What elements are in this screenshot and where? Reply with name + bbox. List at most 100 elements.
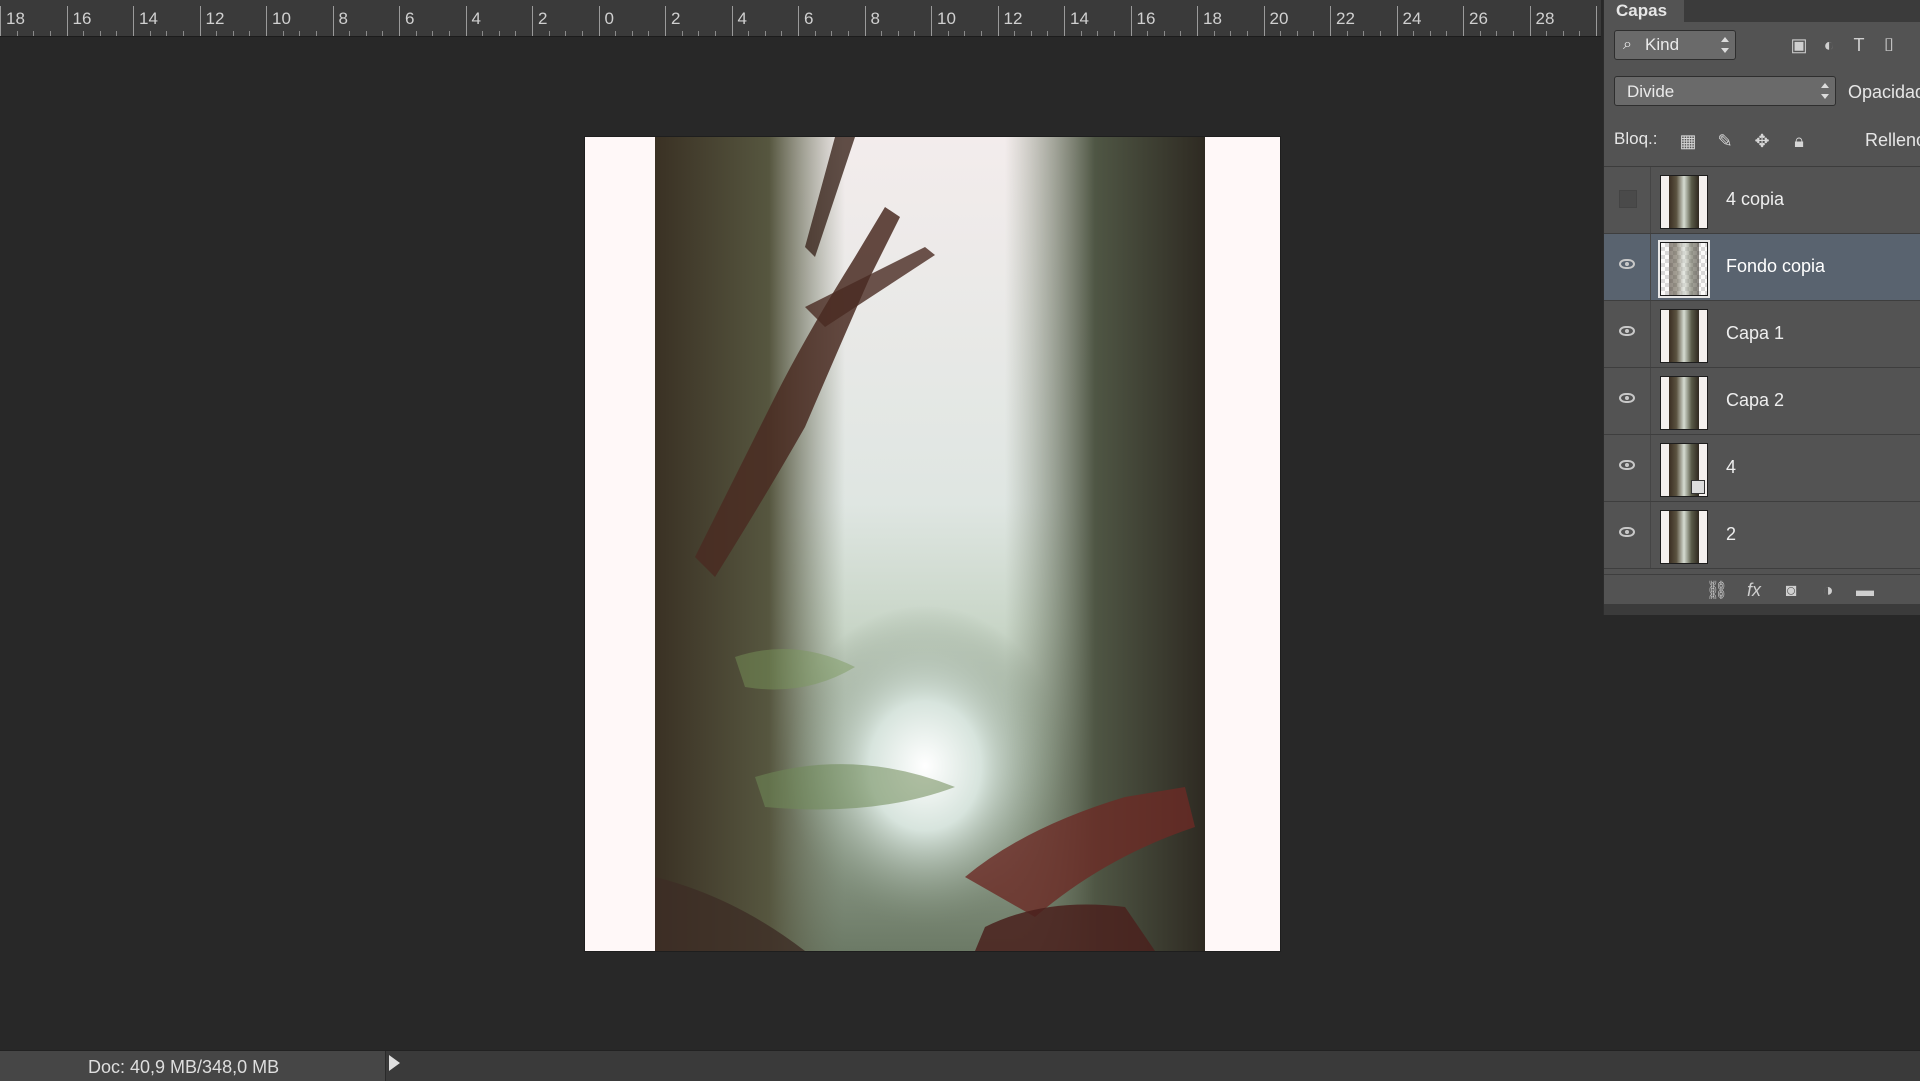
layer-row[interactable]: Capa 2 — [1604, 368, 1920, 435]
layer-thumbnail[interactable] — [1660, 309, 1708, 363]
layer-row[interactable]: Capa 1 — [1604, 301, 1920, 368]
updown-arrows-icon — [1821, 83, 1829, 99]
layer-name[interactable]: 4 — [1726, 457, 1736, 478]
ruler-minor-tick — [814, 31, 816, 36]
ruler-major-tick — [1596, 6, 1597, 36]
ruler-minor-tick — [1446, 31, 1448, 36]
ruler-tick-label: 18 — [6, 9, 25, 28]
layer-name[interactable]: Capa 2 — [1726, 390, 1784, 411]
ruler-tick-label: 18 — [1203, 9, 1222, 28]
image-filter-icon[interactable]: ▣ — [1788, 34, 1810, 56]
layer-name[interactable]: Fondo copia — [1726, 256, 1825, 277]
lock-position-icon[interactable]: ✥ — [1751, 130, 1773, 152]
ruler-major-tick — [665, 6, 666, 36]
blend-mode-select[interactable]: Divide — [1614, 76, 1836, 106]
kind-filter-select[interactable]: ⌕ Kind — [1614, 30, 1736, 60]
add-mask-icon[interactable]: ◙ — [1779, 579, 1803, 601]
ruler-tick-label: 22 — [1336, 9, 1355, 28]
new-group-icon[interactable]: ▬ — [1853, 579, 1877, 601]
ruler-minor-tick — [216, 31, 218, 36]
ruler-minor-tick — [365, 31, 367, 36]
layer-row[interactable]: 4 copia — [1604, 167, 1920, 234]
ruler-minor-tick — [33, 31, 35, 36]
link-layers-icon[interactable]: ⛓ — [1705, 579, 1729, 601]
ruler-minor-tick — [432, 31, 434, 36]
ruler-minor-tick — [1280, 31, 1282, 36]
ruler-tick-label: 14 — [1070, 9, 1089, 28]
visibility-toggle[interactable] — [1604, 368, 1651, 434]
panel-resize-edge[interactable] — [1604, 604, 1920, 615]
layer-thumbnail[interactable] — [1660, 443, 1708, 497]
ruler-minor-tick — [116, 31, 118, 36]
smart-object-badge-icon — [1691, 480, 1705, 494]
blend-mode-value: Divide — [1627, 82, 1675, 101]
ruler-tick-label: 2 — [538, 9, 548, 28]
ruler-minor-tick — [16, 31, 18, 36]
lock-row: Bloq.: ▦ ✎ ✥ 🔒︎ Relleno — [1604, 120, 1920, 160]
layer-name[interactable]: 2 — [1726, 524, 1736, 545]
ruler-major-tick — [864, 6, 866, 36]
layer-thumbnail[interactable] — [1658, 240, 1710, 298]
layer-name[interactable]: 4 copia — [1726, 189, 1784, 210]
panel-tab-bar: Capas — [1604, 0, 1920, 22]
adjustment-filter-icon[interactable]: ◐ — [1818, 34, 1840, 56]
ruler-minor-tick — [1296, 31, 1298, 36]
ruler-major-tick — [598, 6, 600, 36]
ruler-minor-tick — [764, 31, 766, 36]
horizontal-ruler[interactable]: 1816141210864202468101214161820222426283… — [0, 0, 1601, 37]
status-bar: Doc: 40,9 MB/348,0 MB — [0, 1050, 1920, 1081]
visibility-toggle[interactable] — [1604, 502, 1651, 568]
ruler-minor-tick — [1546, 31, 1548, 36]
ruler-minor-tick — [1363, 31, 1365, 36]
ruler-tick-label: 2 — [671, 9, 681, 28]
lock-transparency-icon[interactable]: ▦ — [1677, 130, 1699, 152]
ruler-minor-tick — [1246, 31, 1248, 36]
ruler-tick-label: 4 — [737, 9, 747, 28]
ruler-major-tick — [997, 6, 999, 36]
status-menu-arrow-icon[interactable] — [389, 1055, 400, 1071]
visibility-toggle[interactable] — [1604, 167, 1651, 233]
document-canvas[interactable] — [585, 137, 1280, 951]
hidden-visibility-icon — [1619, 190, 1637, 208]
thumbnail-image — [1669, 310, 1699, 362]
layer-row[interactable]: 4 — [1604, 435, 1920, 502]
forest-river-painting — [655, 137, 1205, 951]
ruler-tick-label: 6 — [804, 9, 814, 28]
layer-row[interactable]: 2 — [1604, 502, 1920, 569]
ruler-major-tick — [1130, 6, 1132, 36]
ruler-minor-tick — [781, 31, 783, 36]
type-filter-icon[interactable]: T — [1848, 34, 1870, 56]
tab-layers[interactable]: Capas — [1604, 0, 1684, 22]
lock-all-icon[interactable]: 🔒︎ — [1788, 130, 1810, 152]
visibility-toggle[interactable] — [1604, 234, 1651, 300]
ruler-major-tick — [332, 6, 334, 36]
ruler-major-tick — [399, 6, 400, 36]
shape-filter-icon[interactable]: ⌷ — [1878, 34, 1900, 56]
ruler-minor-tick — [515, 31, 517, 36]
layer-row[interactable]: Fondo copia — [1604, 234, 1920, 301]
fx-icon[interactable]: fx — [1742, 579, 1766, 601]
layer-list: 4 copia Fondo copia Capa 1 Capa 2 4 2 — [1604, 166, 1920, 575]
ruler-minor-tick — [166, 31, 168, 36]
ruler-minor-tick — [149, 31, 151, 36]
ruler-minor-tick — [881, 31, 883, 36]
ruler-minor-tick — [315, 31, 317, 36]
lock-paint-icon[interactable]: ✎ — [1714, 130, 1736, 152]
ruler-minor-tick — [1047, 31, 1049, 36]
ruler-minor-tick — [1030, 31, 1032, 36]
thumbnail-image — [1669, 377, 1699, 429]
ruler-tick-label: 10 — [937, 9, 956, 28]
ruler-major-tick — [731, 6, 733, 36]
ruler-major-tick — [931, 6, 932, 36]
visibility-toggle[interactable] — [1604, 301, 1651, 367]
adjustment-layer-icon[interactable]: ◑ — [1816, 579, 1840, 601]
layer-thumbnail[interactable] — [1660, 175, 1708, 229]
visibility-toggle[interactable] — [1604, 435, 1651, 501]
ruler-minor-tick — [615, 31, 617, 36]
layer-thumbnail[interactable] — [1660, 510, 1708, 564]
layer-thumbnail[interactable] — [1660, 376, 1708, 430]
ruler-minor-tick — [282, 31, 284, 36]
layer-name[interactable]: Capa 1 — [1726, 323, 1784, 344]
eye-icon — [1619, 393, 1635, 403]
ruler-major-tick — [199, 6, 201, 36]
